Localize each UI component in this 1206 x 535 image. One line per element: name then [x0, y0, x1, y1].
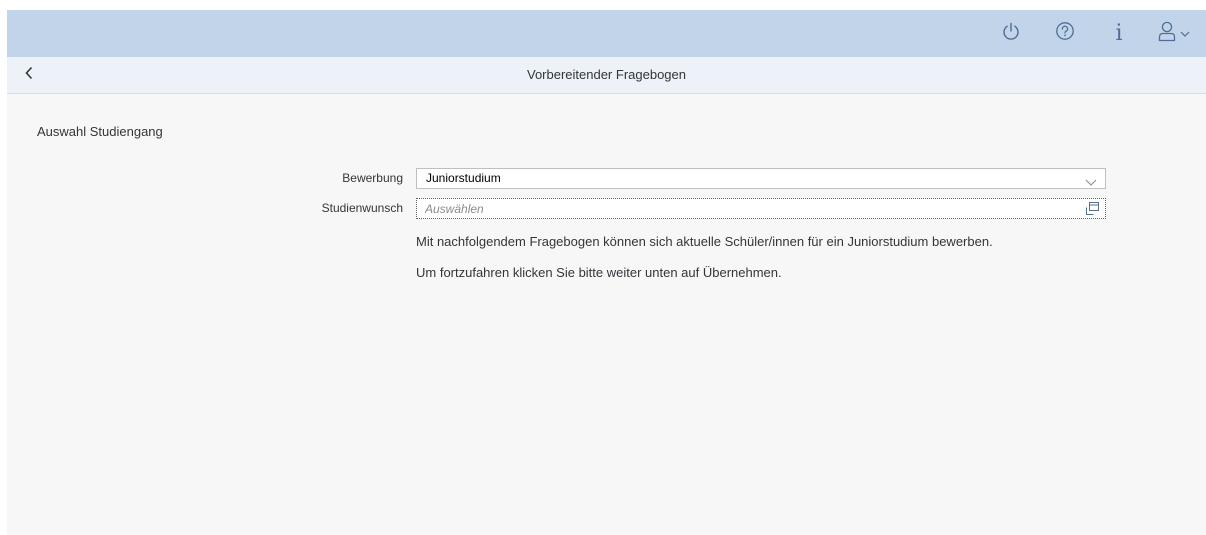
shell-bar: i: [7, 10, 1206, 57]
bewerbung-label: Bewerbung: [342, 171, 403, 185]
bewerbung-selected-value: Juniorstudium: [426, 171, 501, 185]
studienwunsch-input[interactable]: [425, 199, 1065, 218]
user-menu-button[interactable]: [1146, 10, 1206, 57]
shell-bar-actions: i: [984, 10, 1206, 57]
chevron-down-icon[interactable]: [1085, 174, 1097, 186]
user-icon: [1158, 20, 1176, 47]
power-icon: [1001, 21, 1021, 46]
studienwunsch-label: Studienwunsch: [321, 201, 403, 215]
logout-button[interactable]: [984, 10, 1038, 57]
info-text-line: Mit nachfolgendem Fragebogen können sich…: [416, 234, 993, 249]
bewerbung-select[interactable]: Juniorstudium: [416, 168, 1106, 189]
app-frame: i Vorbereitender Fragebogen Auswahl Stud…: [7, 10, 1206, 535]
back-button[interactable]: [17, 63, 41, 87]
info-icon: i: [1115, 21, 1123, 46]
chevron-down-icon: [1180, 25, 1190, 43]
info-button[interactable]: i: [1092, 10, 1146, 57]
page-title: Vorbereitender Fragebogen: [526, 67, 686, 82]
section-title: Auswahl Studiengang: [37, 124, 163, 139]
help-icon: [1055, 21, 1075, 46]
chevron-left-icon: [24, 66, 34, 85]
page-header: Vorbereitender Fragebogen: [7, 57, 1206, 94]
value-help-icon[interactable]: [1085, 201, 1100, 216]
info-text-line: Um fortzufahren klicken Sie bitte weiter…: [416, 265, 782, 280]
studienwunsch-field: [416, 198, 1106, 219]
help-button[interactable]: [1038, 10, 1092, 57]
